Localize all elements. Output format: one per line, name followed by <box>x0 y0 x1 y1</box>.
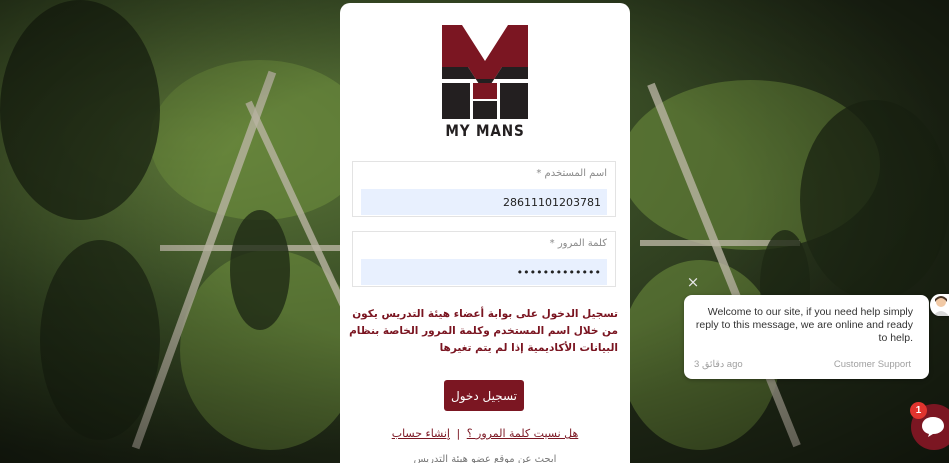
username-field: اسم المستخدم * <box>352 161 616 217</box>
close-icon[interactable]: × <box>686 275 700 290</box>
login-button[interactable]: تسجيل دخول <box>444 380 524 411</box>
forgot-password-link[interactable]: هل نسيت كلمة المرور ؟ <box>467 427 579 440</box>
chat-bubble-icon <box>922 417 944 437</box>
password-field: كلمة المرور * <box>352 231 616 287</box>
login-notice: تسجيل الدخول على بوابة أعضاء هيئة التدري… <box>349 308 618 354</box>
chat-message: Welcome to our site, if you need help si… <box>695 306 913 344</box>
chat-agent-name: Customer Support <box>833 359 911 370</box>
username-input[interactable] <box>361 189 607 215</box>
support-avatar-icon <box>930 294 949 316</box>
logo-text: MY MANS <box>445 121 525 140</box>
notification-badge: 1 <box>910 402 927 419</box>
more-text[interactable]: ابحث عن موقع عضو هيئة التدريس <box>340 454 630 463</box>
create-account-link[interactable]: إنشاء حساب <box>392 427 450 440</box>
login-card: MY MANS اسم المستخدم * كلمة المرور * تسج… <box>340 3 630 463</box>
account-links: هل نسيت كلمة المرور ؟ | إنشاء حساب <box>340 427 630 440</box>
links-separator: | <box>456 427 461 440</box>
password-label: كلمة المرور * <box>549 238 607 249</box>
username-label: اسم المستخدم * <box>536 168 607 179</box>
password-input[interactable] <box>361 259 607 285</box>
chat-time: 3 دقائق ago <box>694 359 743 370</box>
chat-popup[interactable]: Welcome to our site, if you need help si… <box>684 295 929 379</box>
